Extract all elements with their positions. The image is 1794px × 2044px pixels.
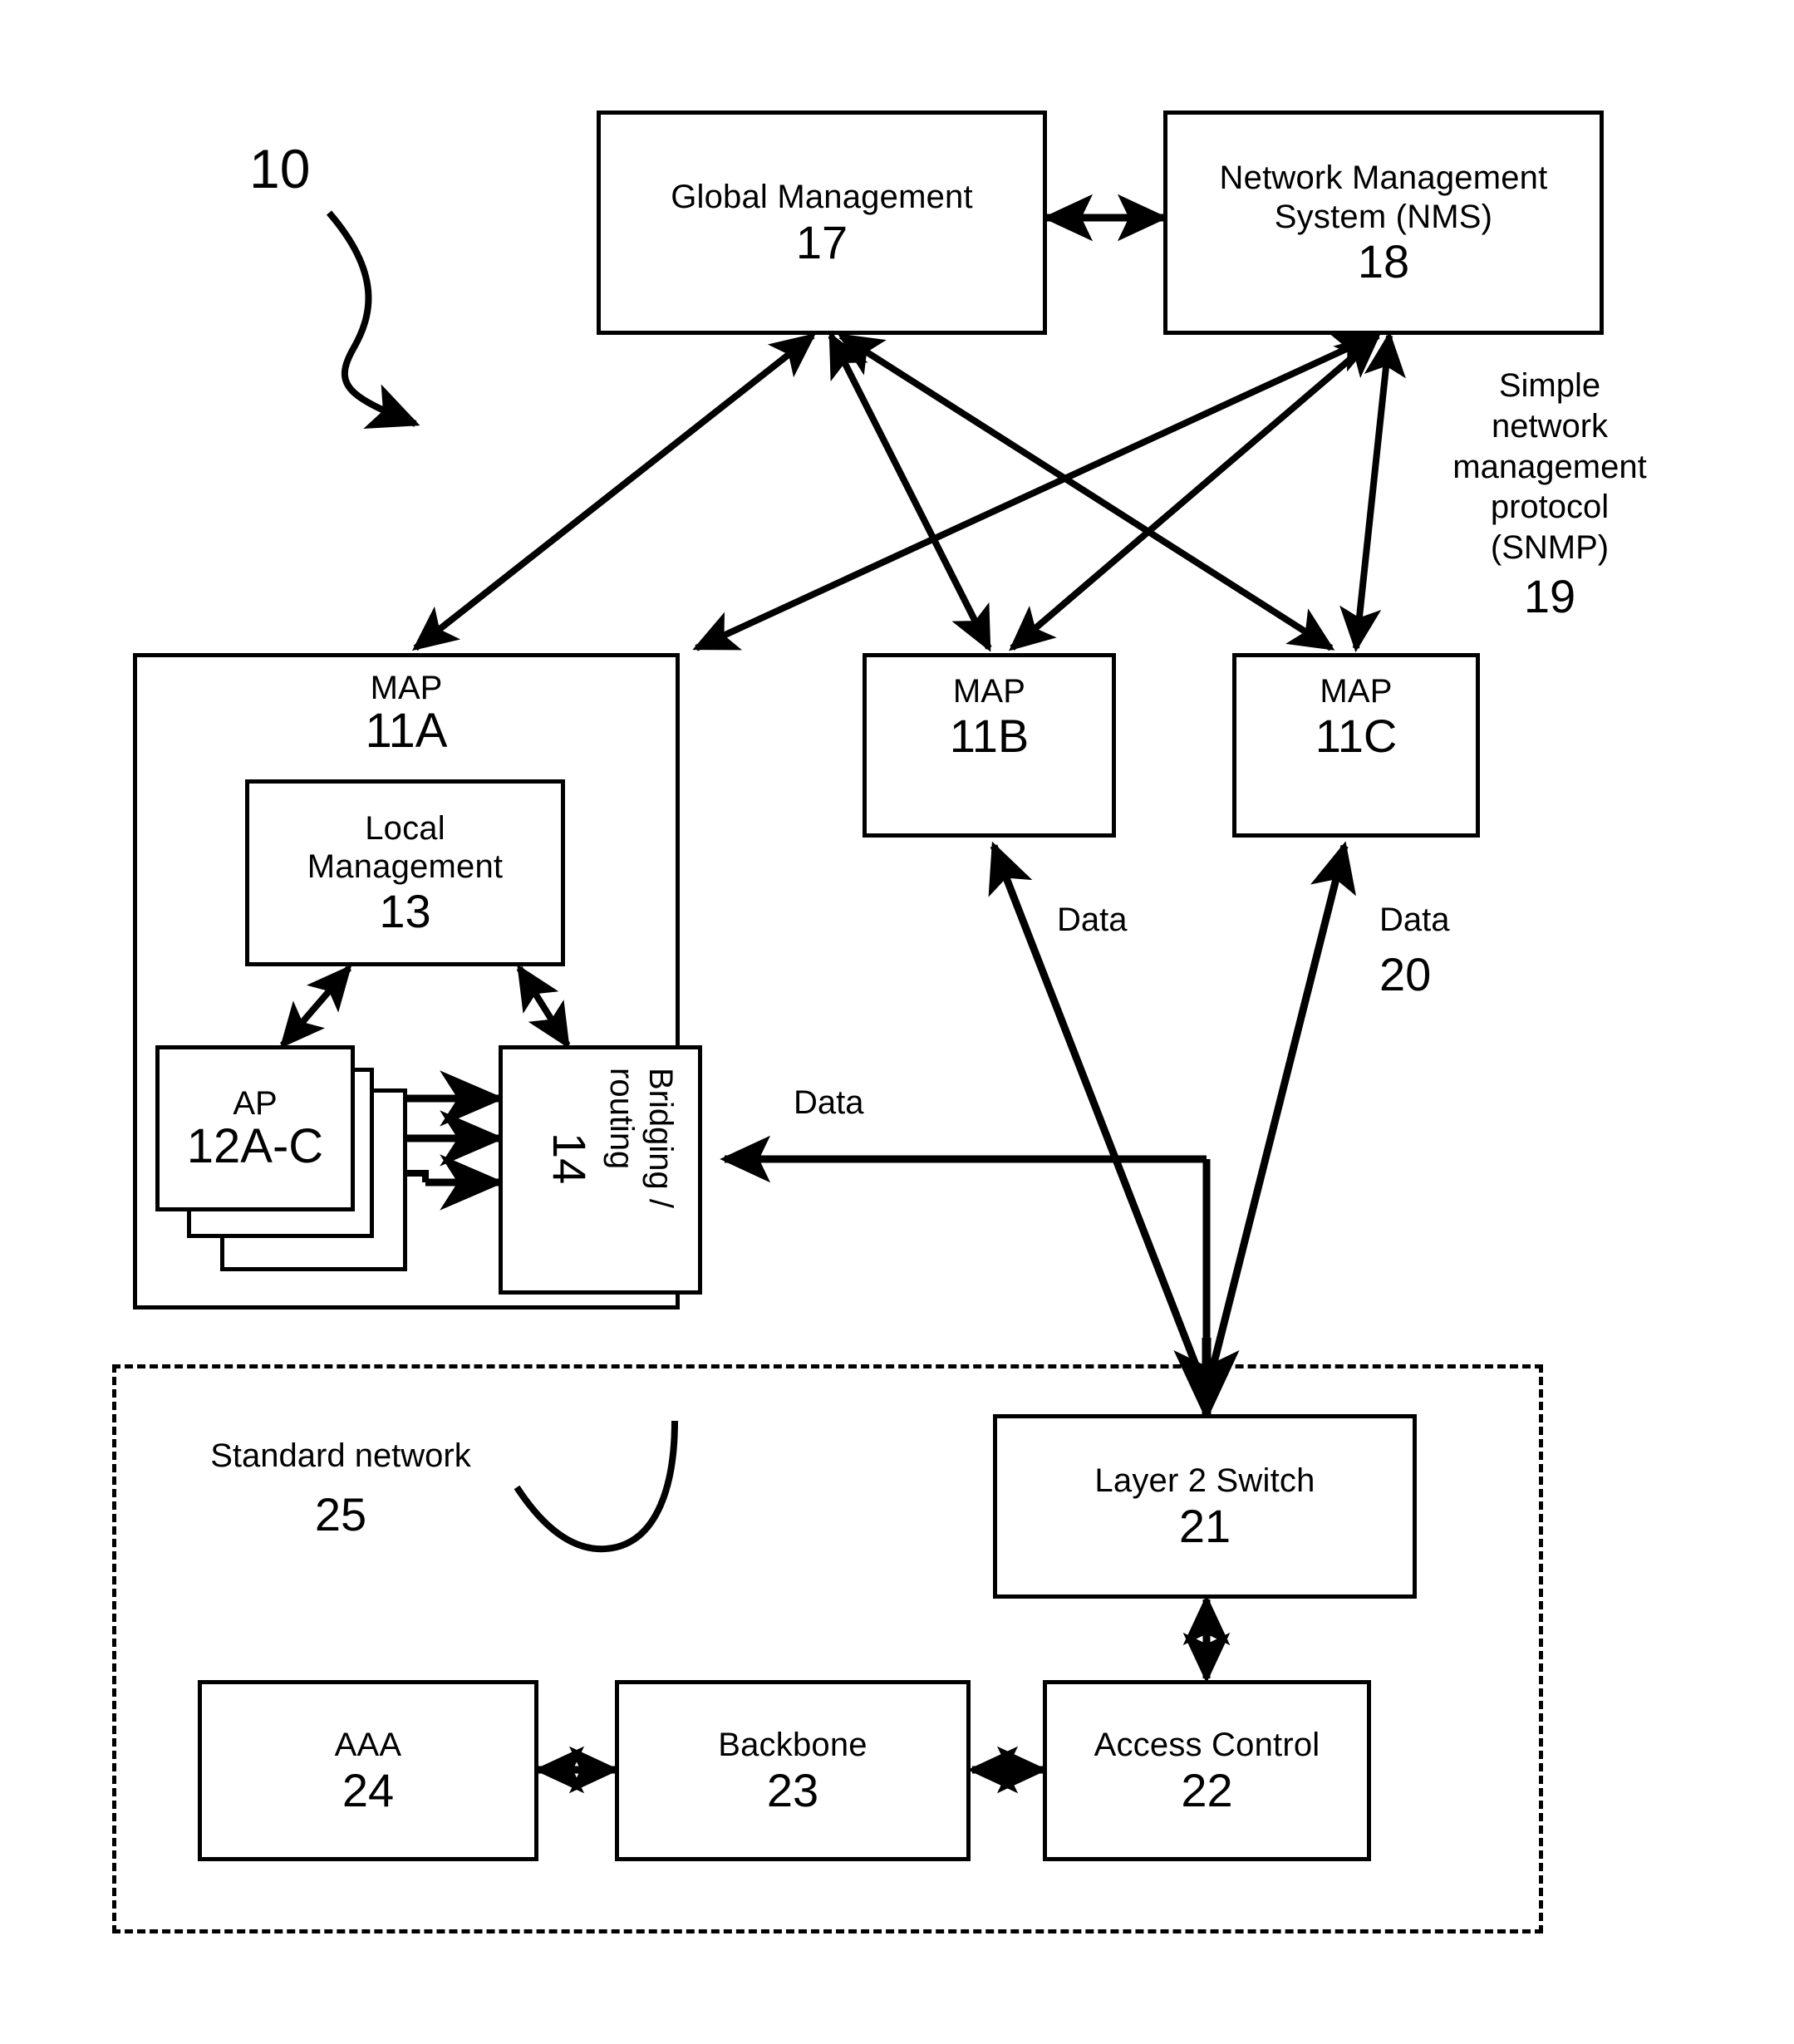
local-management-line2: Management [307, 848, 504, 886]
data-label-bridging: Data [794, 1084, 864, 1121]
nms-title-line2: System (NMS) [1274, 198, 1493, 235]
access-control-box[interactable]: Access Control 22 [1043, 1680, 1371, 1861]
ap-title: AP [233, 1084, 278, 1122]
local-management-number: 13 [379, 885, 431, 938]
map-11c-title: MAP [1320, 673, 1393, 710]
data-label-map-c: Data [1379, 902, 1450, 938]
standard-network-number: 25 [314, 1488, 367, 1540]
data-label-map-b: Data [1057, 902, 1128, 938]
layer2-switch-title: Layer 2 Switch [1094, 1462, 1315, 1500]
snmp-line-2: network [1491, 407, 1609, 445]
arrow-global-to-map-a [411, 332, 817, 651]
global-management-title: Global Management [671, 179, 973, 216]
ap-number: 12A-C [186, 1118, 324, 1173]
arrow-nms-to-map-c [1339, 331, 1406, 653]
patent-figure-page: 10 Global Management 17 Network Manageme… [0, 0, 1794, 2044]
ap-box[interactable]: AP 12A-C [155, 1045, 355, 1211]
arrow-nms-to-map-b [1009, 332, 1381, 651]
figure-ref-number: 10 [249, 138, 311, 199]
snmp-line-4: protocol [1490, 489, 1610, 526]
data-number-20: 20 [1379, 948, 1432, 1000]
bridging-routing-number: 14 [543, 1133, 596, 1185]
map-11c-number: 11C [1315, 710, 1398, 763]
local-management-box[interactable]: Local Management 13 [245, 779, 565, 966]
arrow-nms-to-map-a [692, 332, 1379, 651]
map-11a-title: MAP [370, 670, 443, 706]
aaa-box[interactable]: AAA 24 [198, 1680, 538, 1861]
bridging-routing-box[interactable]: Bridging / routing 14 [499, 1045, 702, 1295]
map-11a-number: 11A [365, 704, 448, 758]
layer2-switch-number: 21 [1178, 1499, 1231, 1552]
access-control-number: 22 [1181, 1763, 1233, 1816]
map-11a-header: MAP 11A [133, 670, 680, 757]
map-11b-title: MAP [952, 673, 1026, 710]
global-management-box[interactable]: Global Management 17 [597, 111, 1047, 335]
map-11b-number: 11B [949, 710, 1030, 763]
snmp-line-3: management [1452, 448, 1647, 485]
aaa-number: 24 [342, 1763, 395, 1816]
backbone-number: 23 [766, 1763, 819, 1816]
map-11b-box[interactable]: MAP 11B [863, 653, 1116, 838]
arrow-data-to-map-c [1202, 841, 1357, 1394]
nms-title-line1: Network Management [1219, 160, 1548, 197]
aaa-title: AAA [334, 1727, 402, 1764]
nms-number: 18 [1357, 234, 1410, 287]
snmp-number: 19 [1523, 570, 1576, 622]
access-control-title: Access Control [1094, 1727, 1320, 1764]
global-management-number: 17 [795, 215, 848, 268]
map-11c-box[interactable]: MAP 11C [1232, 653, 1480, 838]
layer2-switch-box[interactable]: Layer 2 Switch 21 [993, 1414, 1417, 1599]
network-management-system-box[interactable]: Network Management System (NMS) 18 [1163, 111, 1604, 335]
arrow-global-to-map-c [837, 332, 1335, 651]
backbone-title: Backbone [718, 1727, 868, 1764]
snmp-annotation: Simple network management protocol (SNMP… [1438, 366, 1662, 568]
snmp-line-1: Simple [1498, 367, 1601, 404]
local-management-line1: Local [365, 809, 445, 847]
bridging-routing-title-line2: routing [603, 1068, 640, 1170]
bridging-routing-title-line1: Bridging / [642, 1068, 679, 1208]
backbone-box[interactable]: Backbone 23 [615, 1680, 971, 1861]
snmp-line-5: (SNMP) [1490, 529, 1610, 567]
arrow-global-to-map-b [828, 332, 992, 652]
standard-network-title: Standard network [210, 1437, 471, 1474]
figure-ref-leader-arrow [326, 210, 420, 429]
